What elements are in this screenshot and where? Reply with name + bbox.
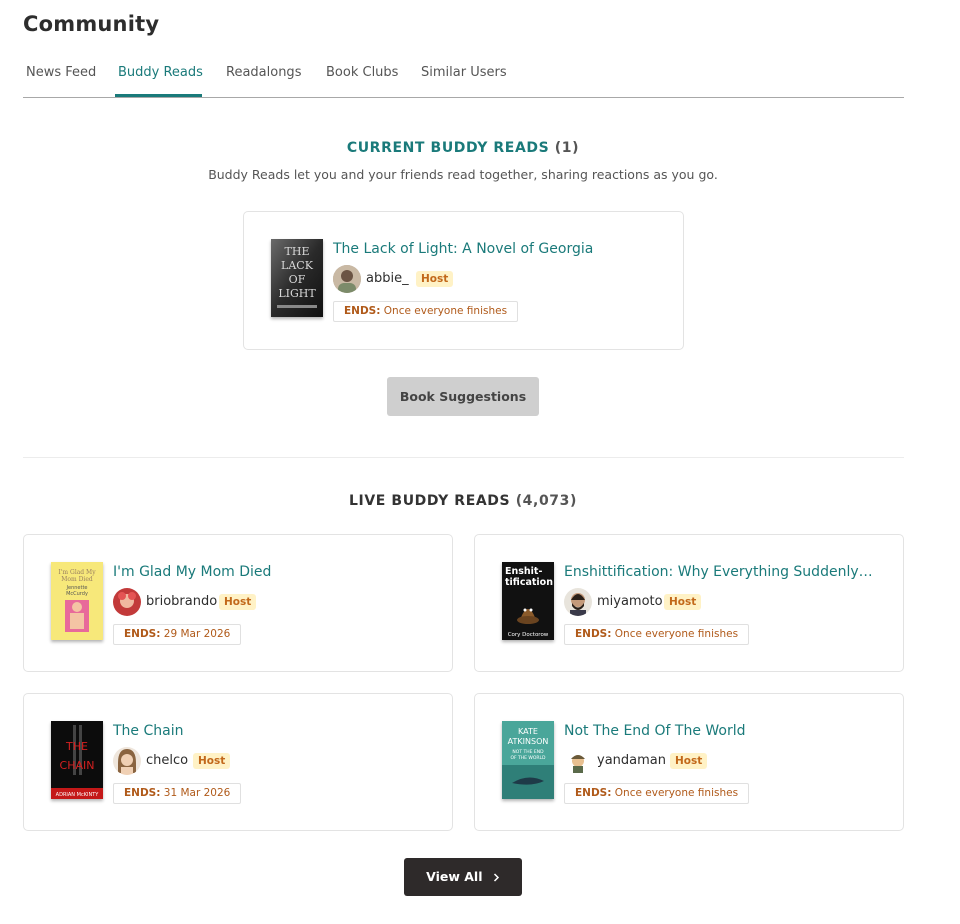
ends-label: ENDS: bbox=[575, 628, 612, 640]
host-username[interactable]: chelco bbox=[146, 753, 188, 768]
tab-readalongs[interactable]: Readalongs bbox=[226, 65, 301, 80]
live-heading-text: LIVE BUDDY READS bbox=[349, 493, 511, 509]
svg-text:OF THE WORLD: OF THE WORLD bbox=[510, 755, 546, 761]
ends-info: ENDS: 29 Mar 2026 bbox=[113, 624, 242, 645]
ends-info: ENDS: 31 Mar 2026 bbox=[113, 783, 242, 804]
chevron-right-icon bbox=[493, 858, 500, 896]
book-cover-art: KATE ATKINSON NOT THE END OF THE WORLD bbox=[502, 721, 554, 799]
svg-text:Cory Doctorow: Cory Doctorow bbox=[508, 632, 549, 638]
ends-value: Once everyone finishes bbox=[383, 305, 508, 317]
book-cover[interactable]: THE CHAIN ADRIAN McKINTY bbox=[51, 721, 103, 799]
ends-value: 31 Mar 2026 bbox=[163, 787, 231, 799]
book-title-link[interactable]: The Lack of Light: A Novel of Georgia bbox=[333, 241, 593, 257]
view-all-button[interactable]: View All bbox=[404, 858, 522, 896]
book-title-link[interactable]: I'm Glad My Mom Died bbox=[113, 564, 271, 580]
host-badge: Host bbox=[193, 753, 231, 769]
tab-book-clubs[interactable]: Book Clubs bbox=[326, 65, 398, 80]
book-cover-art: THE CHAIN ADRIAN McKINTY bbox=[51, 721, 103, 799]
live-buddy-read-card: THE CHAIN ADRIAN McKINTY The Chain chelc… bbox=[23, 693, 453, 831]
user-avatar[interactable] bbox=[564, 588, 592, 616]
avatar-icon bbox=[113, 588, 141, 616]
current-subtitle: Buddy Reads let you and your friends rea… bbox=[208, 167, 718, 182]
svg-text:I'm Glad My: I'm Glad My bbox=[58, 569, 96, 576]
current-count: (1) bbox=[554, 140, 580, 156]
avatar-icon bbox=[564, 747, 592, 775]
svg-text:THE: THE bbox=[285, 245, 310, 258]
book-title-link[interactable]: Not The End Of The World bbox=[564, 723, 746, 739]
ends-value: Once everyone finishes bbox=[614, 787, 739, 799]
live-buddy-reads-heading: LIVE BUDDY READS (4,073) bbox=[0, 493, 926, 509]
host-badge: Host bbox=[664, 594, 702, 610]
svg-text:McCurdy: McCurdy bbox=[66, 591, 88, 597]
book-cover-art: Enshit- tification Cory Doctorow bbox=[502, 562, 554, 640]
ends-label: ENDS: bbox=[124, 787, 161, 799]
view-all-label: View All bbox=[426, 869, 483, 884]
user-avatar[interactable] bbox=[333, 265, 361, 293]
live-buddy-read-card: I'm Glad My Mom Died Jennette McCurdy I'… bbox=[23, 534, 453, 672]
book-cover[interactable]: KATE ATKINSON NOT THE END OF THE WORLD bbox=[502, 721, 554, 799]
active-tab-indicator bbox=[115, 94, 202, 97]
svg-text:OF: OF bbox=[289, 273, 306, 286]
svg-text:ADRIAN McKINTY: ADRIAN McKINTY bbox=[56, 792, 100, 798]
svg-text:KATE: KATE bbox=[518, 727, 538, 736]
host-badge: Host bbox=[416, 271, 454, 287]
current-heading-text: CURRENT BUDDY READS bbox=[346, 140, 550, 156]
svg-text:Enshit-: Enshit- bbox=[505, 566, 542, 577]
svg-text:LIGHT: LIGHT bbox=[278, 287, 316, 300]
host-username[interactable]: briobrando bbox=[146, 594, 217, 609]
current-buddy-read-card: THE LACK OF LIGHT The Lack of Light: A N… bbox=[243, 211, 684, 350]
ends-label: ENDS: bbox=[124, 628, 161, 640]
host-badge: Host bbox=[219, 594, 257, 610]
svg-text:ATKINSON: ATKINSON bbox=[508, 737, 549, 746]
svg-text:tification: tification bbox=[505, 577, 553, 588]
host-badge: Host bbox=[670, 753, 708, 769]
tab-bar: News Feed Buddy Reads Readalongs Book Cl… bbox=[23, 0, 904, 98]
avatar-icon bbox=[113, 747, 141, 775]
tab-buddy-reads[interactable]: Buddy Reads bbox=[118, 65, 203, 80]
avatar-icon bbox=[333, 265, 361, 293]
current-buddy-reads-heading: CURRENT BUDDY READS (1) bbox=[0, 140, 926, 156]
ends-info: ENDS: Once everyone finishes bbox=[564, 624, 750, 645]
book-cover[interactable]: I'm Glad My Mom Died Jennette McCurdy bbox=[51, 562, 103, 640]
host-username[interactable]: yandaman bbox=[597, 753, 666, 768]
user-avatar[interactable] bbox=[113, 588, 141, 616]
ends-label: ENDS: bbox=[575, 787, 612, 799]
tab-news-feed[interactable]: News Feed bbox=[26, 65, 96, 80]
ends-info: ENDS: Once everyone finishes bbox=[564, 783, 750, 804]
avatar-icon bbox=[564, 588, 592, 616]
user-avatar[interactable] bbox=[564, 747, 592, 775]
book-cover[interactable]: THE LACK OF LIGHT bbox=[271, 239, 323, 317]
tab-similar-users[interactable]: Similar Users bbox=[421, 65, 507, 80]
host-username[interactable]: miyamoto bbox=[597, 594, 663, 609]
host-username[interactable]: abbie_ bbox=[366, 271, 409, 286]
live-count: (4,073) bbox=[515, 493, 577, 509]
section-divider bbox=[23, 457, 904, 458]
user-avatar[interactable] bbox=[113, 747, 141, 775]
svg-text:Mom Died: Mom Died bbox=[61, 576, 93, 583]
book-cover[interactable]: Enshit- tification Cory Doctorow bbox=[502, 562, 554, 640]
ends-info: ENDS: Once everyone finishes bbox=[333, 301, 519, 322]
book-cover-art: I'm Glad My Mom Died Jennette McCurdy bbox=[51, 562, 103, 640]
book-title-link[interactable]: Enshittification: Why Everything Suddenl… bbox=[564, 564, 873, 580]
ends-value: Once everyone finishes bbox=[614, 628, 739, 640]
svg-text:THE: THE bbox=[65, 740, 88, 753]
book-title-link[interactable]: The Chain bbox=[113, 723, 183, 739]
ends-label: ENDS: bbox=[344, 305, 381, 317]
svg-text:NOT THE END: NOT THE END bbox=[512, 749, 544, 755]
book-suggestions-button[interactable]: Book Suggestions bbox=[387, 377, 539, 416]
svg-text:CHAIN: CHAIN bbox=[60, 759, 95, 772]
book-cover-art: THE LACK OF LIGHT bbox=[271, 239, 323, 317]
live-buddy-read-card: KATE ATKINSON NOT THE END OF THE WORLD N… bbox=[474, 693, 904, 831]
svg-text:LACK: LACK bbox=[281, 259, 314, 272]
live-buddy-read-card: Enshit- tification Cory Doctorow Enshitt… bbox=[474, 534, 904, 672]
ends-value: 29 Mar 2026 bbox=[163, 628, 231, 640]
